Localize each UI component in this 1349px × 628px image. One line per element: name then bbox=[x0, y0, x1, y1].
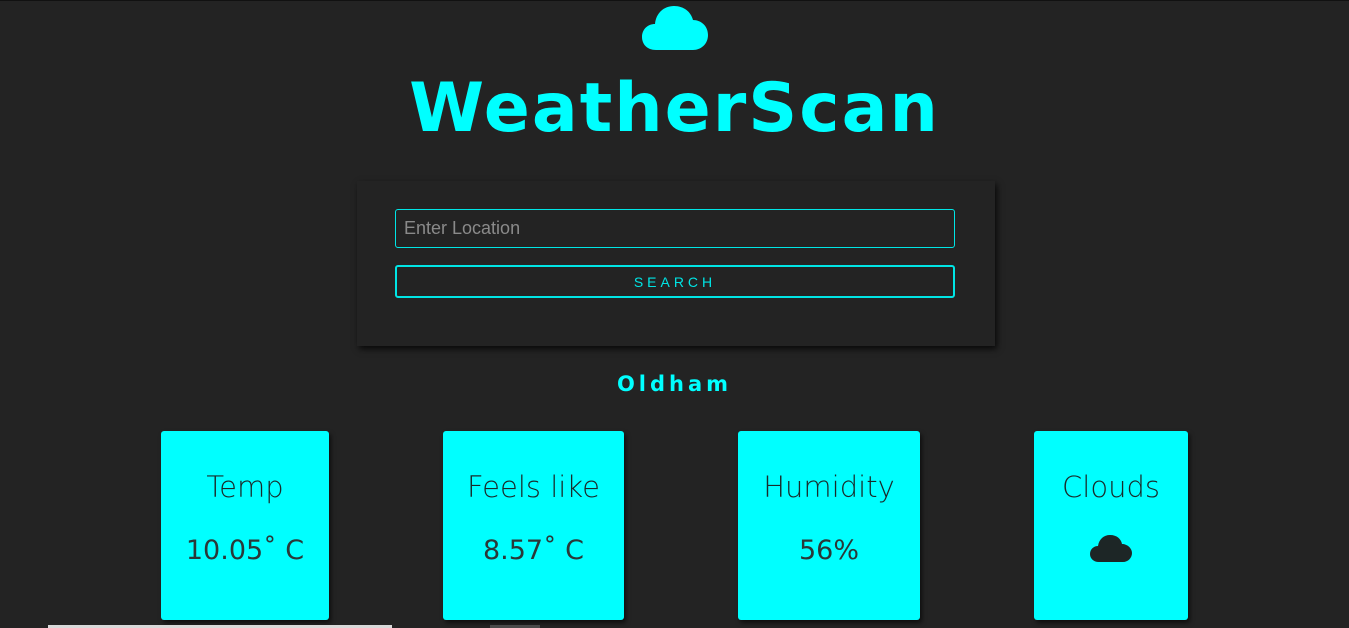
feels-like-label: Feels like bbox=[467, 470, 600, 504]
app-title: WeatherScan bbox=[409, 69, 940, 148]
clouds-label: Clouds bbox=[1062, 470, 1160, 504]
clouds-tile: Clouds bbox=[1034, 431, 1188, 620]
temp-tile: Temp 10.05˚ C bbox=[161, 431, 329, 620]
humidity-tile: Humidity 56% bbox=[738, 431, 920, 620]
location-name: Oldham bbox=[616, 372, 733, 396]
search-card: SEARCH bbox=[357, 181, 995, 346]
temp-value: 10.05˚ C bbox=[185, 535, 305, 566]
location-search-input[interactable] bbox=[395, 209, 955, 248]
cloud-icon bbox=[642, 6, 708, 50]
temp-label: Temp bbox=[206, 470, 284, 504]
humidity-label: Humidity bbox=[763, 470, 895, 504]
feels-like-tile: Feels like 8.57˚ C bbox=[443, 431, 624, 620]
humidity-value: 56% bbox=[798, 535, 859, 566]
search-button[interactable]: SEARCH bbox=[395, 265, 955, 298]
feels-like-value: 8.57˚ C bbox=[482, 535, 585, 566]
weather-app: WeatherScan SEARCH Oldham Temp 10.05˚ C … bbox=[0, 0, 1349, 628]
cloud-icon bbox=[1090, 535, 1132, 562]
